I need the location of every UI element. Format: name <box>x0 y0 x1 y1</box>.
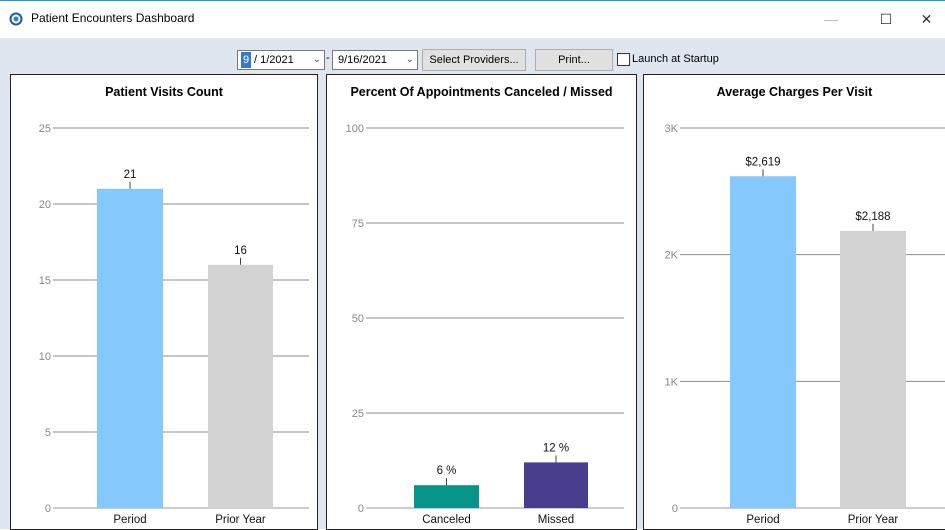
y-tick-label: 0 <box>672 503 678 515</box>
average-charges-panel: Average Charges Per Visit 0 1K 2K 3K $2,619 P… <box>643 74 945 530</box>
bar-prior-year <box>840 230 906 508</box>
category-label: Canceled <box>422 514 471 526</box>
y-tick-label: 0 <box>358 503 364 515</box>
close-button[interactable]: ✕ <box>908 1 945 38</box>
value-label: 12 % <box>543 442 569 454</box>
y-tick-label: 20 <box>39 199 51 211</box>
chevron-down-icon[interactable]: ⌄ <box>406 51 414 69</box>
y-tick-label: 5 <box>45 427 51 439</box>
bar-period <box>97 188 163 509</box>
y-tick-label: 15 <box>39 275 51 287</box>
y-tick-label: 0 <box>45 503 51 515</box>
value-label: $2,619 <box>745 156 780 168</box>
app-window: Patient Encounters Dashboard — ☐ ✕ 9 / 1… <box>0 0 945 530</box>
y-tick-label: 25 <box>39 123 51 135</box>
minimize-button[interactable]: — <box>808 1 854 38</box>
print-button[interactable]: Print... <box>535 49 613 71</box>
y-tick-label: 25 <box>352 408 364 420</box>
select-providers-button[interactable]: Select Providers... <box>422 49 526 71</box>
date-range-separator: - <box>326 52 330 64</box>
patient-visits-panel: Patient Visits Count 0 5 10 15 20 25 21 Period 1… <box>10 74 318 530</box>
canceled-missed-panel: Percent Of Appointments Canceled / Misse… <box>326 74 637 530</box>
patient-visits-chart: 0 5 10 15 20 25 21 Period 16 Prior Year <box>39 123 309 526</box>
y-tick-label: 10 <box>39 351 51 363</box>
bar-prior-year <box>208 264 273 508</box>
category-label: Missed <box>538 514 574 526</box>
bar-missed <box>524 462 588 508</box>
app-icon <box>9 12 23 26</box>
window-title: Patient Encounters Dashboard <box>31 11 195 25</box>
value-label: 6 % <box>437 465 457 477</box>
y-tick-label: 3K <box>665 123 679 135</box>
launch-at-startup-label[interactable]: Launch at Startup <box>632 53 719 65</box>
average-charges-chart: 0 1K 2K 3K $2,619 Period $2,188 Prior Year <box>665 123 945 526</box>
end-date-picker[interactable]: 9/16/2021 ⌄ <box>332 50 418 70</box>
bar-canceled <box>414 485 479 508</box>
value-label: 16 <box>234 245 247 257</box>
y-tick-label: 100 <box>346 123 364 135</box>
title-bar[interactable]: Patient Encounters Dashboard — ☐ ✕ <box>0 1 945 38</box>
y-tick-label: 50 <box>352 313 364 325</box>
y-tick-label: 1K <box>665 376 679 388</box>
bar-period <box>730 176 796 508</box>
canceled-missed-chart: 0 25 50 75 100 6 % Canceled 12 % Missed <box>346 123 624 526</box>
category-label: Period <box>746 514 779 526</box>
start-date-picker[interactable]: 9 / 1/2021 ⌄ <box>237 50 325 70</box>
value-label: 21 <box>124 169 137 181</box>
y-tick-label: 2K <box>665 250 679 262</box>
end-date-value: 9/16/2021 <box>338 54 387 66</box>
category-label: Period <box>113 514 146 526</box>
chevron-down-icon[interactable]: ⌄ <box>313 51 321 69</box>
category-label: Prior Year <box>215 514 266 526</box>
category-label: Prior Year <box>848 514 899 526</box>
start-date-rest: / 1/2021 <box>254 54 294 66</box>
toolbar: 9 / 1/2021 ⌄ - 9/16/2021 ⌄ Select Provid… <box>0 38 945 71</box>
start-date-month-segment[interactable]: 9 <box>241 52 252 68</box>
maximize-button[interactable]: ☐ <box>863 1 909 38</box>
value-label: $2,188 <box>855 211 890 223</box>
y-tick-label: 75 <box>352 218 364 230</box>
launch-at-startup-checkbox[interactable] <box>617 53 630 66</box>
